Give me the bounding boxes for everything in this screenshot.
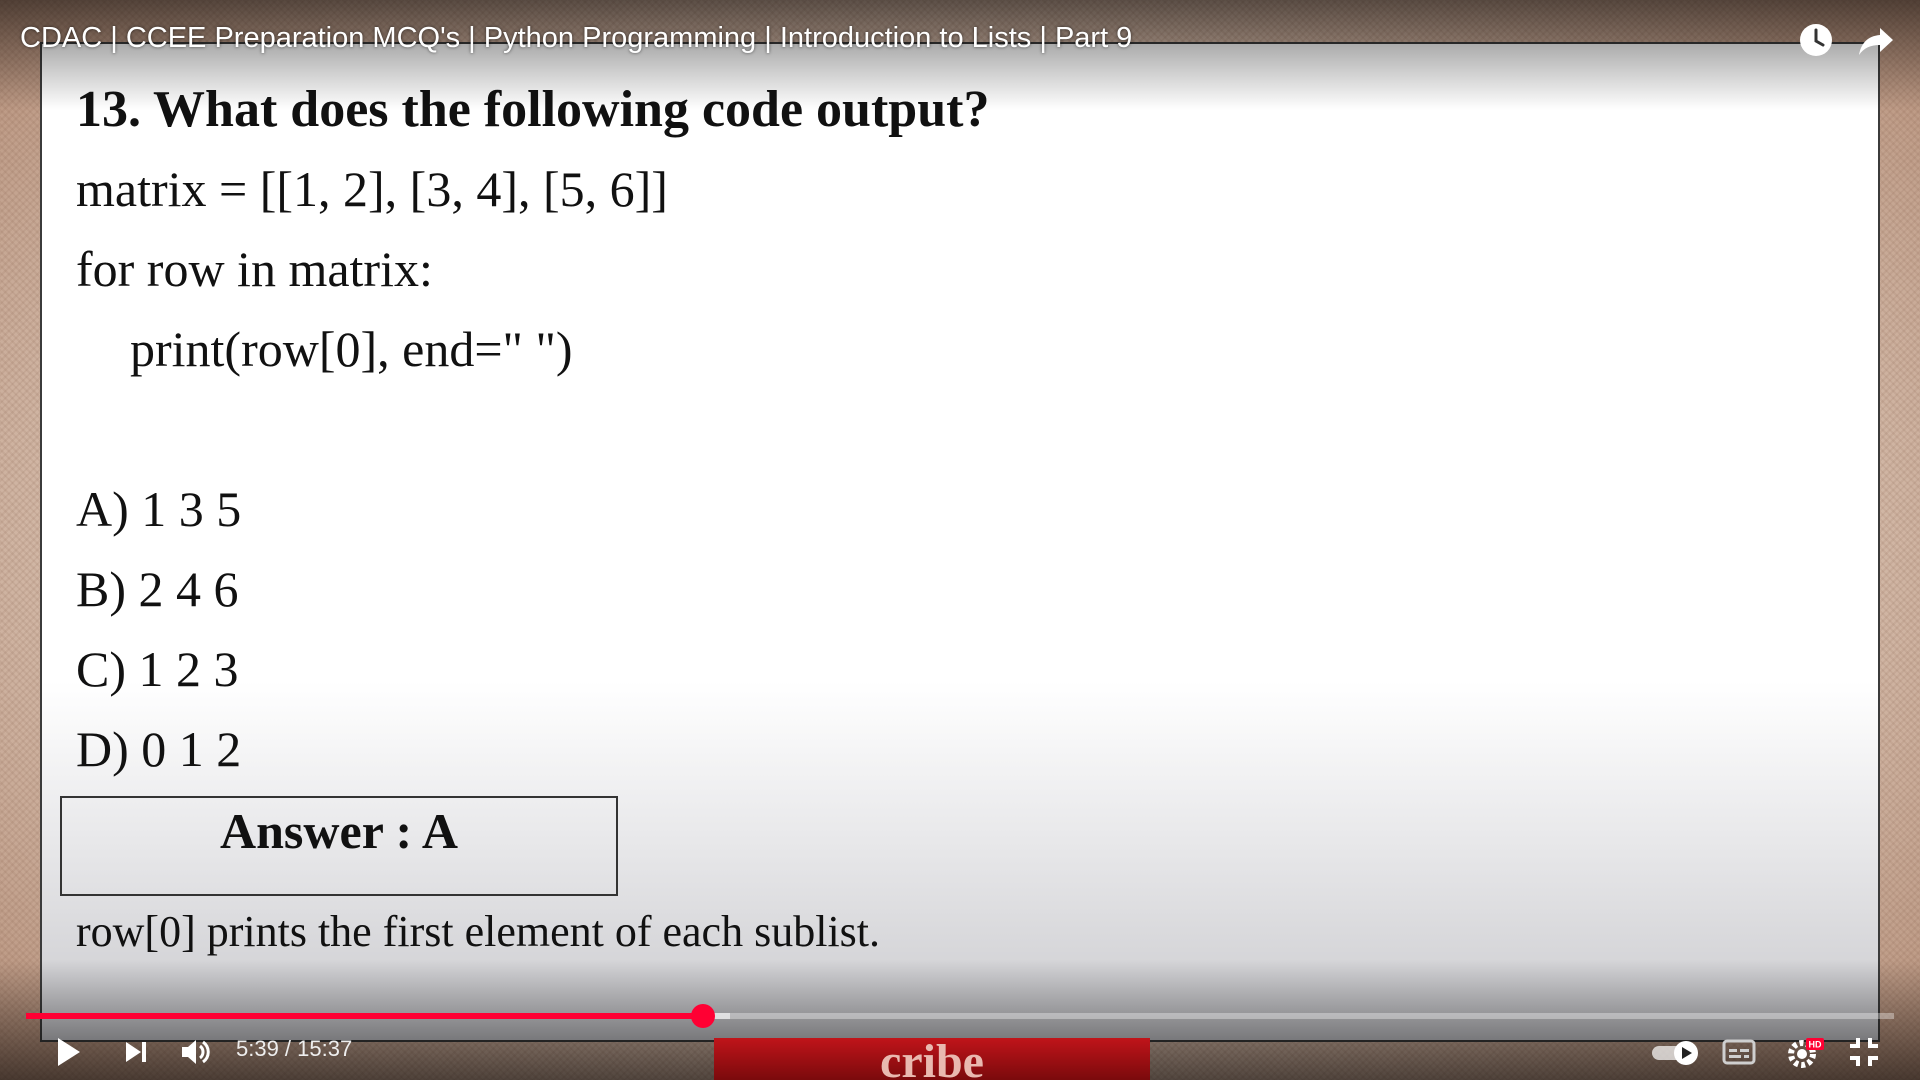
subtitles-icon (1718, 1030, 1762, 1074)
option-c: C) 1 2 3 (76, 641, 239, 697)
banner-text: cribe (880, 1038, 984, 1080)
option-d: D) 0 1 2 (76, 721, 242, 777)
volume-icon (174, 1030, 218, 1074)
play-button[interactable] (46, 1030, 90, 1074)
share-icon[interactable] (1856, 20, 1896, 60)
watch-later-icon[interactable] (1796, 20, 1836, 60)
progress-played (26, 1013, 704, 1019)
channel-banner: cribe (714, 1038, 1150, 1080)
progress-bar[interactable] (26, 1004, 1894, 1028)
code-line: print(row[0], end=" ") (130, 321, 573, 377)
fullscreen-exit-icon (1842, 1030, 1886, 1074)
video-title[interactable]: CDAC | CCEE Preparation MCQ's | Python P… (20, 22, 1132, 55)
next-button[interactable] (114, 1030, 158, 1074)
fullscreen-exit-button[interactable] (1842, 1030, 1886, 1074)
next-icon (114, 1030, 158, 1074)
progress-scrubber[interactable] (691, 1004, 716, 1028)
answer-label: Answer : A (220, 803, 458, 859)
settings-icon: HD (1782, 1030, 1826, 1074)
answer-box: Answer : A (60, 796, 618, 896)
option-b: B) 2 4 6 (76, 561, 239, 617)
option-a: A) 1 3 5 (76, 481, 242, 537)
autoplay-toggle-icon (1650, 1030, 1704, 1074)
quiz-slide: 13. What does the following code output?… (40, 42, 1880, 1042)
subtitles-button[interactable] (1718, 1030, 1762, 1074)
volume-button[interactable] (174, 1030, 218, 1074)
answer-explanation: row[0] prints the first element of each … (76, 907, 881, 956)
time-display: 5:39 / 15:37 (236, 1036, 353, 1061)
code-line: matrix = [[1, 2], [3, 4], [5, 6]] (76, 161, 668, 217)
video-frame[interactable]: 13. What does the following code output?… (0, 0, 1920, 1080)
settings-button[interactable]: HD (1782, 1030, 1826, 1074)
top-overlay (0, 0, 1920, 110)
hd-badge: HD (1809, 1040, 1822, 1050)
autoplay-toggle[interactable] (1650, 1030, 1704, 1074)
code-line: for row in matrix: (76, 241, 433, 297)
play-icon (46, 1030, 90, 1074)
